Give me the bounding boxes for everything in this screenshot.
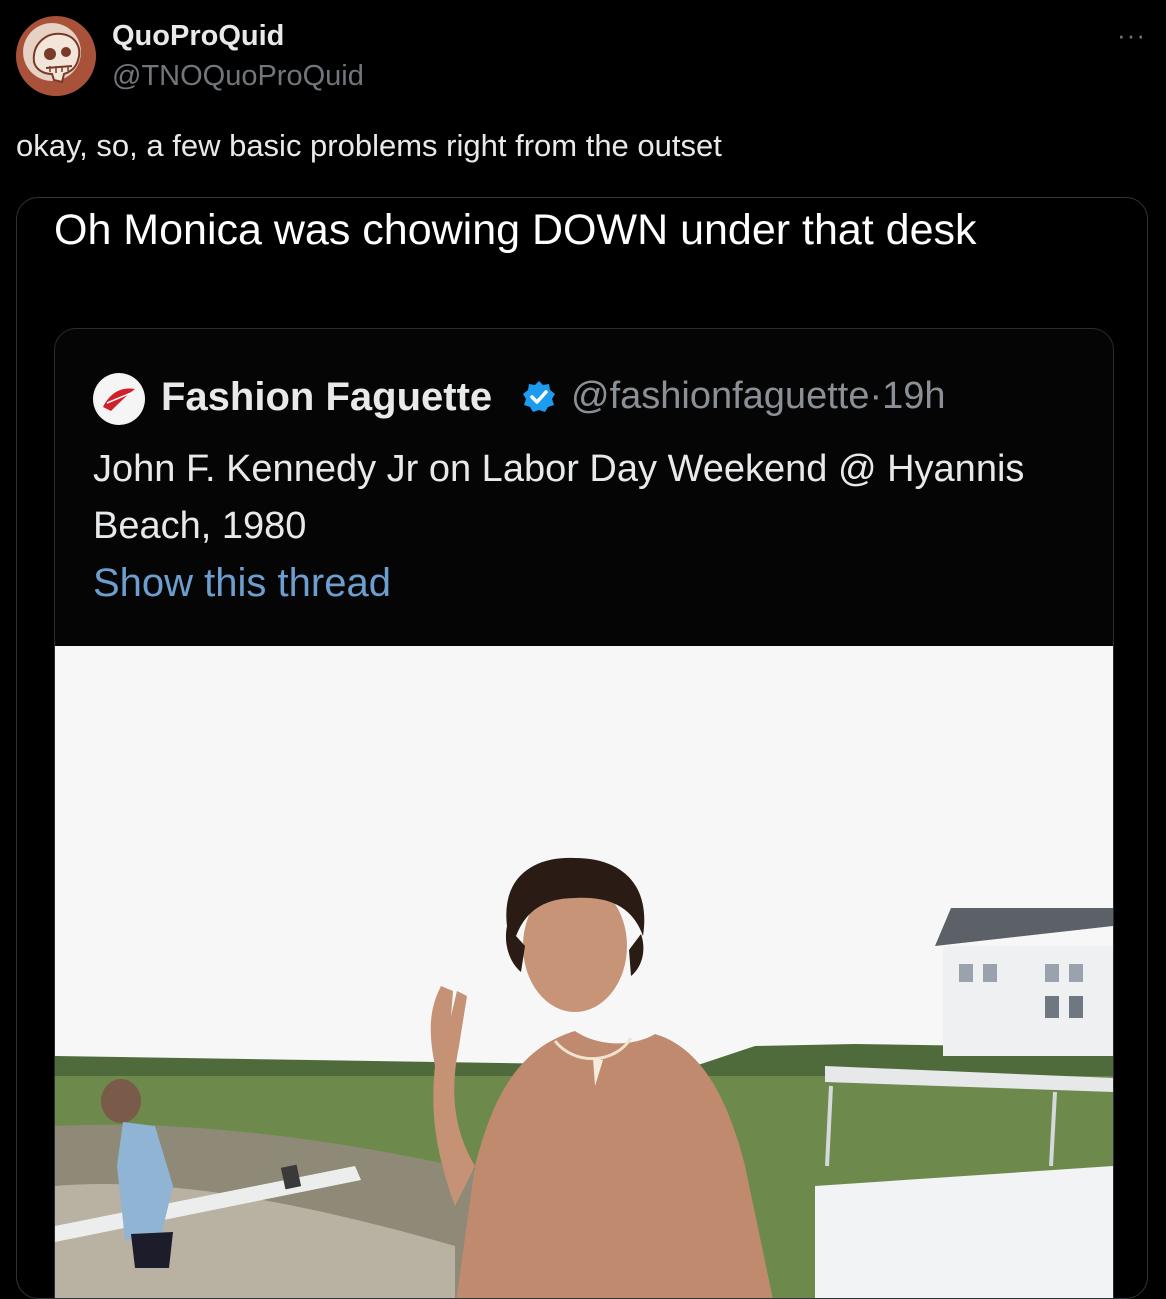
more-options-icon[interactable]: ··· — [1117, 20, 1146, 51]
quoted-handle-time: @fashionfaguette·19h — [571, 375, 946, 418]
author-display-name[interactable]: QuoProQuid — [112, 20, 284, 53]
dot-separator: · — [869, 375, 883, 417]
tweet-header: QuoProQuid @TNOQuoProQuid ··· — [16, 14, 1150, 98]
skull-avatar-icon — [32, 32, 81, 84]
quoted-time: 19h — [882, 375, 946, 417]
tweet-text: okay, so, a few basic problems right fro… — [16, 128, 722, 163]
tweet-media[interactable]: Oh Monica was chowing DOWN under that de… — [16, 197, 1148, 1299]
show-thread-link: Show this thread — [93, 561, 391, 605]
fashion-logo-icon — [95, 375, 143, 423]
verified-badge-icon — [523, 381, 555, 412]
beach-photo — [55, 646, 1113, 1298]
quoted-handle: @fashionfaguette — [571, 375, 870, 417]
quoted-avatar — [93, 373, 145, 425]
author-avatar[interactable] — [16, 16, 96, 96]
author-handle[interactable]: @TNOQuoProQuid — [112, 60, 364, 93]
quoted-post-text: John F. Kennedy Jr on Labor Day Weekend … — [93, 448, 1025, 547]
quoted-display-name: Fashion Faguette — [161, 375, 493, 419]
quoted-post-screenshot: Fashion Faguette @fashionfaguette·19h Jo… — [54, 328, 1114, 1298]
meme-caption: Oh Monica was chowing DOWN under that de… — [54, 206, 977, 254]
